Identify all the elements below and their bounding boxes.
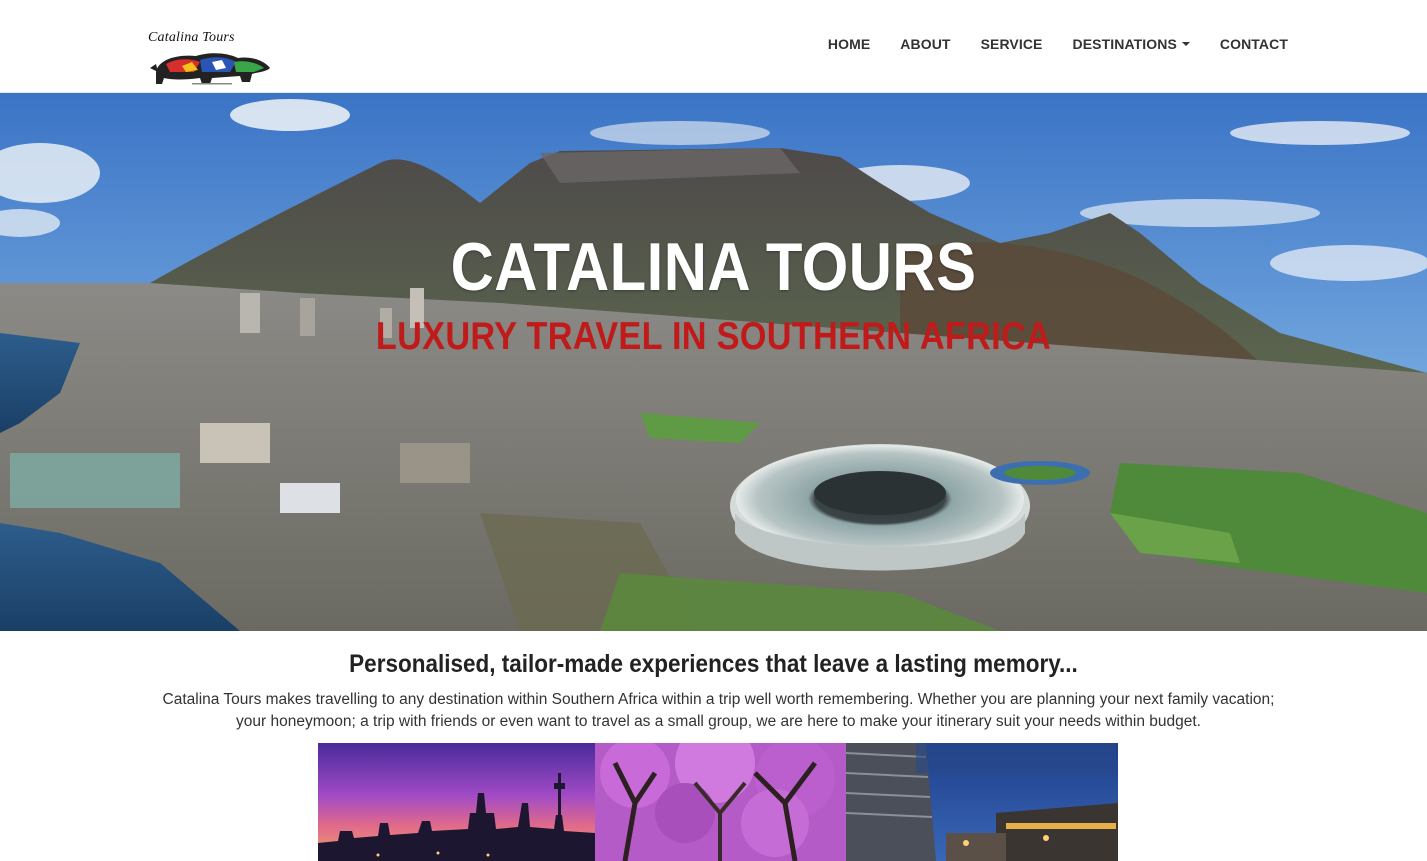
gallery-image-waterfront[interactable] [846, 743, 1118, 861]
waterfront-image [846, 743, 1118, 861]
city-skyline-image [318, 743, 595, 861]
logo-rhino-icon [150, 53, 270, 85]
destination-gallery [318, 743, 1118, 861]
nav-destinations-dropdown[interactable]: DESTINATIONS [1058, 36, 1205, 52]
intro-paragraph: Catalina Tours makes travelling to any d… [162, 691, 1275, 730]
tagline-heading: Personalised, tailor-made experiences th… [349, 650, 1078, 678]
nav-about[interactable]: ABOUT [885, 36, 965, 52]
gallery-image-jacaranda-trees[interactable] [595, 743, 846, 861]
nav-home[interactable]: HOME [813, 36, 885, 52]
nav-destinations-label: DESTINATIONS [1072, 36, 1177, 52]
logo[interactable]: Catalina Tours [146, 30, 278, 86]
caret-down-icon [1181, 42, 1190, 46]
main-nav: HOME ABOUT SERVICE DESTINATIONS CONTACT [813, 36, 1288, 52]
navbar: Catalina Tours HOME ABOUT SERVICE DESTIN… [0, 0, 1427, 93]
hero-subtitle: LUXURY TRAVEL IN SOUTHERN AFRICA [375, 315, 1052, 358]
gallery-image-city-skyline[interactable] [318, 743, 595, 861]
nav-service[interactable]: SERVICE [966, 36, 1058, 52]
nav-contact[interactable]: CONTACT [1205, 36, 1288, 52]
hero-title: CATALINA TOURS [450, 229, 977, 305]
hero-banner: CATALINA TOURS LUXURY TRAVEL IN SOUTHERN… [0, 93, 1427, 631]
hero-background-image [0, 93, 1427, 631]
jacaranda-trees-image [595, 743, 846, 861]
